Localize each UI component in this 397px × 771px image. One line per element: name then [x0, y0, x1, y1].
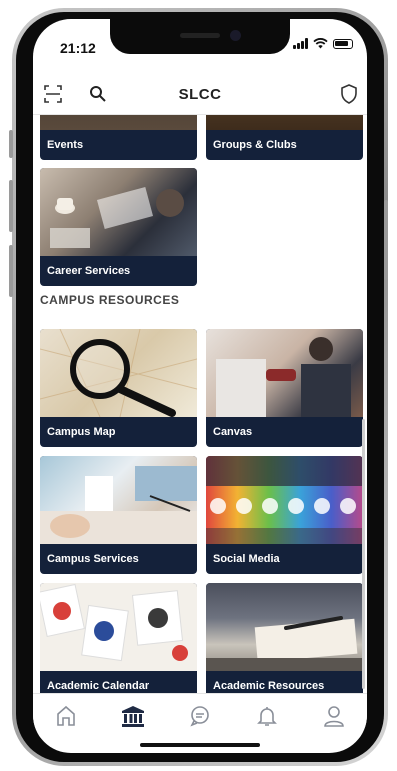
screen: 21:12 SLCC Events Groups & Clubs Career …	[33, 19, 367, 753]
tab-home[interactable]	[49, 699, 83, 733]
tile-label: Canvas	[213, 426, 253, 438]
chat-icon	[190, 706, 209, 727]
tab-messages[interactable]	[183, 699, 217, 733]
tile-social-media[interactable]: Social Media	[206, 456, 363, 574]
power-button	[384, 200, 388, 280]
shield-icon	[341, 84, 357, 104]
app-header: SLCC	[33, 74, 367, 115]
scrollbar[interactable]	[362, 419, 365, 689]
tile-label: Campus Map	[47, 426, 116, 438]
tab-profile[interactable]	[317, 699, 351, 733]
tile-label: Academic Resources	[213, 680, 325, 692]
volume-up-button	[9, 180, 13, 232]
tile-label: Events	[47, 139, 84, 151]
tile-academic-calendar[interactable]: Academic Calendar	[40, 583, 197, 693]
user-icon	[323, 706, 344, 727]
career-services-image	[40, 168, 197, 256]
academic-resources-image	[206, 583, 363, 671]
content-scroll[interactable]: Events Groups & Clubs Career Services CA…	[33, 115, 367, 693]
signal-icon	[293, 38, 308, 49]
academic-calendar-image	[40, 583, 197, 671]
tab-campus[interactable]	[116, 699, 150, 733]
volume-down-button	[9, 245, 13, 297]
app-title: SLCC	[178, 85, 222, 103]
tile-career-services[interactable]: Career Services	[40, 168, 197, 286]
canvas-image	[206, 329, 363, 417]
campus-map-image	[40, 329, 197, 418]
search-icon	[90, 86, 106, 102]
tile-label: Career Services	[47, 265, 131, 277]
mute-switch	[9, 130, 13, 158]
tile-label: Groups & Clubs	[213, 139, 297, 151]
tile-groups-clubs[interactable]: Groups & Clubs	[206, 115, 363, 160]
wifi-icon	[313, 38, 328, 49]
tile-academic-resources[interactable]: Academic Resources	[206, 583, 363, 693]
bell-icon	[256, 707, 277, 726]
shield-button[interactable]	[337, 82, 361, 106]
notch	[110, 19, 290, 54]
social-media-image	[206, 456, 363, 544]
campus-services-image	[40, 456, 197, 544]
tile-label: Social Media	[213, 553, 280, 565]
tile-label: Campus Services	[47, 553, 139, 565]
scan-icon	[44, 85, 62, 103]
tile-events[interactable]: Events	[40, 115, 197, 160]
search-button[interactable]	[86, 82, 110, 106]
scan-button[interactable]	[41, 82, 65, 106]
events-image	[40, 115, 197, 130]
groups-clubs-image	[206, 115, 363, 130]
home-icon	[57, 705, 76, 726]
section-title: CAMPUS RESOURCES	[40, 293, 180, 307]
tile-campus-map[interactable]: Campus Map	[40, 329, 197, 447]
tile-label: Academic Calendar	[47, 680, 150, 692]
tab-notifications[interactable]	[250, 699, 284, 733]
home-indicator[interactable]	[140, 743, 260, 747]
tile-canvas[interactable]: Canvas	[206, 329, 363, 447]
institution-icon	[122, 706, 145, 727]
battery-icon	[333, 38, 353, 49]
status-time: 21:12	[60, 40, 96, 56]
tab-bar	[33, 693, 367, 738]
tile-campus-services[interactable]: Campus Services	[40, 456, 197, 574]
status-icons	[293, 38, 353, 49]
